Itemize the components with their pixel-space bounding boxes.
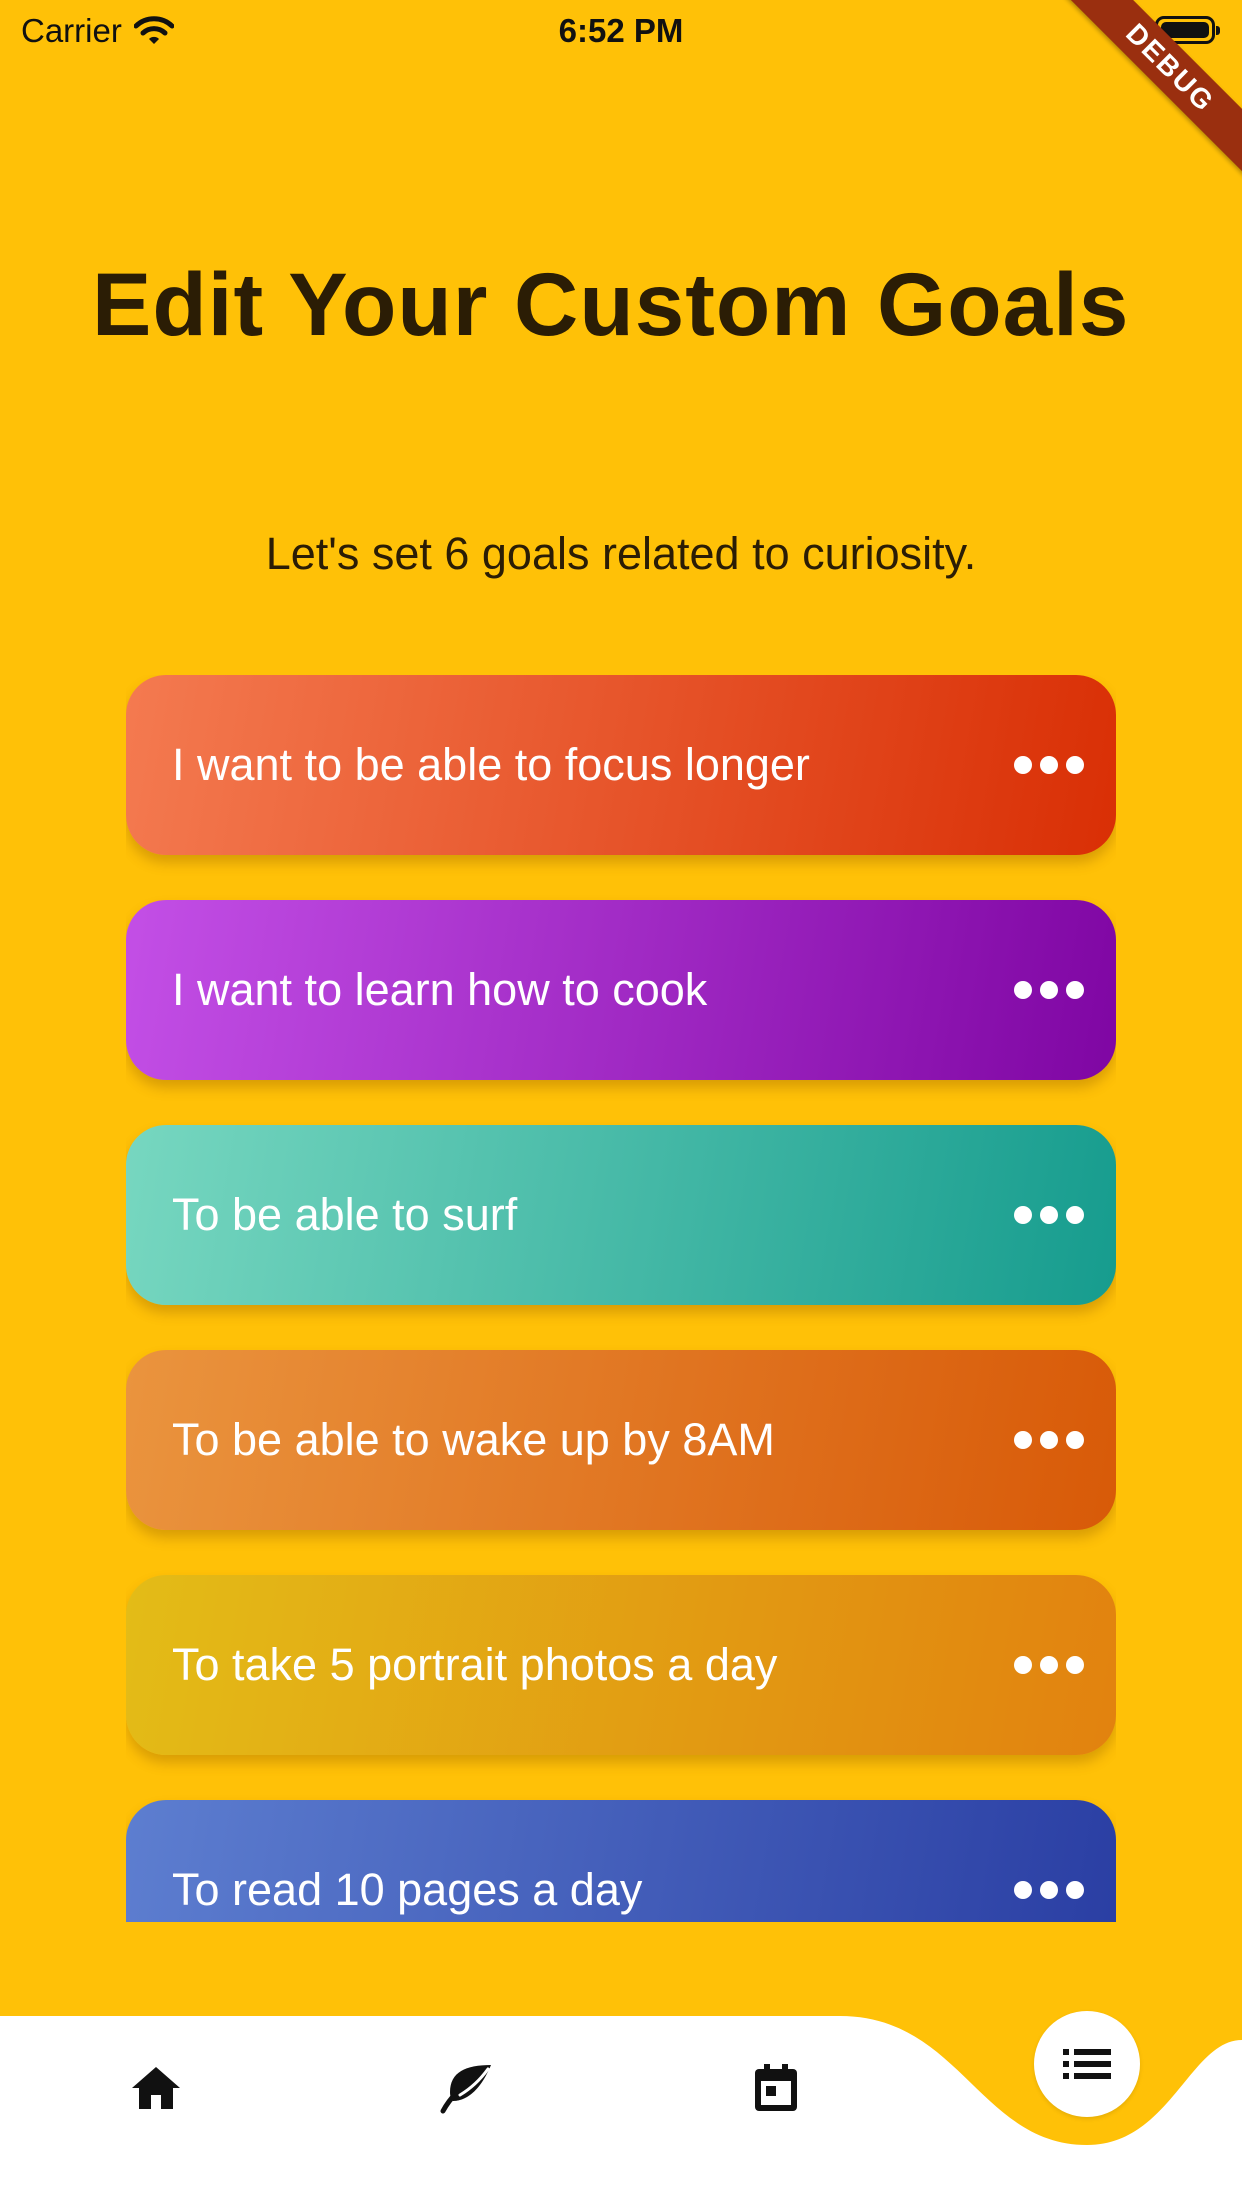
goal-text: I want to learn how to cook [172,964,708,1015]
nav-home-button[interactable] [106,2038,206,2138]
goal-text: I want to be able to focus longer [172,739,810,790]
bottom-navigation [0,2000,1242,2208]
goal-card[interactable]: To be able to wake up by 8AM [126,1350,1116,1530]
page-title: Edit Your Custom Goals [92,254,1130,354]
nav-calendar-button[interactable] [726,2038,826,2138]
leaf-icon [438,2062,494,2114]
page-subtitle: Let's set 6 goals related to curiosity. [265,528,977,579]
more-options-icon[interactable] [998,1636,1100,1694]
list-icon [1063,2047,1111,2081]
more-options-icon[interactable] [998,1861,1100,1919]
goal-card[interactable]: I want to be able to focus longer [126,675,1116,855]
goal-text: To take 5 portrait photos a day [172,1639,778,1690]
goal-text: To be able to surf [172,1189,518,1240]
more-options-icon[interactable] [998,736,1100,794]
status-bar: Carrier 6:52 PM [0,0,1242,62]
goal-card[interactable]: To be able to surf [126,1125,1116,1305]
goal-text: To read 10 pages a day [172,1864,643,1915]
goals-list-fab[interactable] [1034,2011,1140,2117]
nav-leaf-button[interactable] [416,2038,516,2138]
more-options-icon[interactable] [998,961,1100,1019]
battery-icon [1155,16,1220,44]
goal-text: To be able to wake up by 8AM [172,1414,775,1465]
more-options-icon[interactable] [998,1411,1100,1469]
status-time: 6:52 PM [558,12,684,49]
goal-card[interactable]: To take 5 portrait photos a day [126,1575,1116,1755]
goals-list[interactable]: I want to be able to focus longer I want… [126,675,1116,1922]
home-icon [130,2064,182,2112]
goal-card[interactable]: To read 10 pages a day [126,1800,1116,1922]
goal-card[interactable]: I want to learn how to cook [126,900,1116,1080]
calendar-icon [752,2062,800,2114]
more-options-icon[interactable] [998,1186,1100,1244]
